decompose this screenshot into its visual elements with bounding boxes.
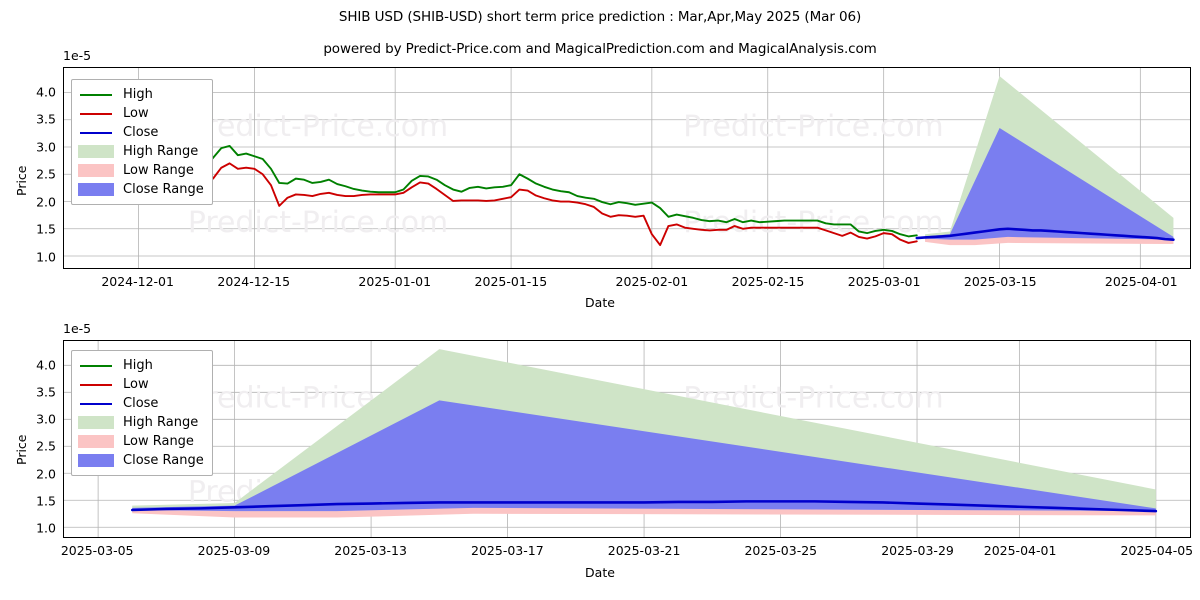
x-tick-label: 2025-02-01 (615, 274, 689, 289)
x-tick-label: 2025-04-05 (1120, 543, 1194, 558)
y-tick-label: 1.0 (36, 520, 56, 536)
x-tick-label: 2025-03-05 (60, 543, 134, 558)
y-tick-label: 3.5 (36, 384, 56, 400)
plot-canvas-top: Predict-Price.com Predict-Price.com Predic… (64, 68, 1190, 268)
x-tick-label: 2025-03-17 (471, 543, 544, 558)
x-tick-label: 2025-03-29 (881, 543, 954, 558)
x-tick-label: 2025-03-21 (607, 543, 681, 558)
x-tick-label: 2025-03-15 (963, 274, 1037, 289)
legend-low-range[interactable]: Low Range (78, 432, 204, 451)
legend-close-range-label: Close Range (123, 182, 204, 197)
x-tick-label: 2025-04-01 (1104, 274, 1178, 289)
legend-high-label: High (123, 87, 153, 102)
y-tick-label: 3.0 (36, 411, 56, 427)
y-tick-label: 2.0 (36, 194, 56, 210)
legend-close[interactable]: Close (78, 123, 204, 142)
legend-high-range-label: High Range (123, 415, 199, 430)
legend-bottom: High Low Close High Range Low Range Close Ran… (71, 350, 213, 476)
legend-close-swatch-icon (78, 126, 114, 140)
y-tick-label: 2.0 (36, 466, 56, 482)
legend-low-range-swatch-icon (78, 435, 114, 448)
legend-low-range-label: Low Range (123, 163, 194, 178)
prediction-figure: SHIB USD (SHIB-USD) short term price pre… (0, 0, 1200, 600)
legend-low-range-label: Low Range (123, 434, 194, 449)
x-axis-label-bottom: Date (585, 565, 615, 580)
legend-low-swatch-icon (78, 378, 114, 392)
legend-low-label: Low (123, 377, 149, 392)
legend-low[interactable]: Low (78, 375, 204, 394)
x-tick-label: 2025-01-15 (474, 274, 548, 289)
watermark-text: Predict-Price.com (683, 109, 943, 144)
legend-close-swatch-icon (78, 397, 114, 411)
legend-close-range-swatch-icon (78, 183, 114, 196)
y-tick-label: 1.0 (36, 249, 56, 265)
legend-close-range-swatch-icon (78, 454, 114, 467)
plot-canvas-bottom: Predict-Price.comPredict-Price.comPredic… (64, 341, 1190, 537)
y-tick-label: 1.5 (36, 493, 56, 509)
y-ticks-bottom: 1.0 1.5 2.0 2.5 3.0 3.5 4.0 (0, 340, 56, 538)
plot-area-bottom: Predict-Price.comPredict-Price.comPredic… (63, 340, 1191, 538)
x-tick-label: 2024-12-15 (217, 274, 291, 289)
title-block: SHIB USD (SHIB-USD) short term price pre… (0, 0, 1200, 57)
y-tick-label: 1.5 (36, 221, 56, 237)
legend-low-range[interactable]: Low Range (78, 161, 204, 180)
y-exponent-label-bottom: 1e-5 (63, 321, 92, 336)
x-tick-label: 2025-03-25 (744, 543, 818, 558)
legend-high-range-swatch-icon (78, 145, 114, 158)
x-tick-label: 2025-04-01 (983, 543, 1057, 558)
x-tick-label: 2025-01-01 (358, 274, 432, 289)
y-tick-label: 4.0 (36, 84, 56, 100)
chart-top: Predict-Price.com Predict-Price.com Predic… (63, 67, 1191, 269)
legend-high[interactable]: High (78, 356, 204, 375)
legend-high-swatch-icon (78, 88, 114, 102)
y-tick-label: 3.5 (36, 111, 56, 127)
legend-low-swatch-icon (78, 107, 114, 121)
legend-close-range-label: Close Range (123, 453, 204, 468)
watermark-text: Predict-Price.com (188, 109, 448, 144)
legend-close-label: Close (123, 396, 159, 411)
legend-high-swatch-icon (78, 359, 114, 373)
legend-high-range-label: High Range (123, 144, 199, 159)
legend-high-range-swatch-icon (78, 416, 114, 429)
legend-high[interactable]: High (78, 85, 204, 104)
x-tick-label: 2025-03-09 (197, 543, 271, 558)
legend-high-range[interactable]: High Range (78, 413, 204, 432)
legend-top: High Low Close High Range Low Range Close Ran… (71, 79, 213, 205)
legend-close-range[interactable]: Close Range (78, 180, 204, 199)
y-exponent-label-top: 1e-5 (63, 48, 92, 63)
legend-high-label: High (123, 358, 153, 373)
legend-low[interactable]: Low (78, 104, 204, 123)
plot-area-top: Predict-Price.com Predict-Price.com Predic… (63, 67, 1191, 269)
x-tick-label: 2025-03-13 (334, 543, 407, 558)
page-subtitle: powered by Predict-Price.com and Magical… (323, 41, 877, 57)
y-tick-label: 4.0 (36, 357, 56, 373)
legend-low-label: Low (123, 106, 149, 121)
watermark-text: Predict-Price.com (188, 205, 448, 240)
legend-close[interactable]: Close (78, 394, 204, 413)
y-tick-label: 2.5 (36, 438, 56, 454)
legend-high-range[interactable]: High Range (78, 142, 204, 161)
x-axis-label-top: Date (585, 295, 615, 310)
legend-close-range[interactable]: Close Range (78, 451, 204, 470)
x-tick-label: 2024-12-01 (101, 274, 174, 289)
legend-close-label: Close (123, 125, 159, 140)
legend-low-range-swatch-icon (78, 164, 114, 177)
y-tick-label: 2.5 (36, 166, 56, 182)
x-tick-label: 2025-02-15 (731, 274, 805, 289)
page-title: SHIB USD (SHIB-USD) short term price pre… (338, 9, 862, 25)
y-ticks-top: 1.0 1.5 2.0 2.5 3.0 3.5 4.0 (0, 67, 56, 269)
chart-bottom: Predict-Price.comPredict-Price.comPredic… (63, 340, 1191, 538)
y-tick-label: 3.0 (36, 139, 56, 155)
x-tick-label: 2025-03-01 (847, 274, 921, 289)
